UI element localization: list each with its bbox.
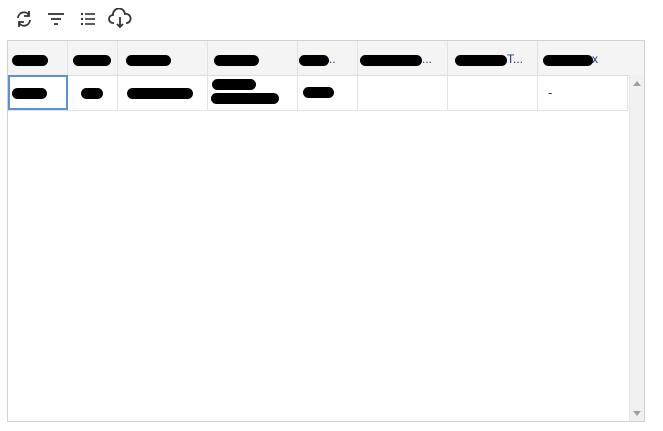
redacted-cell-value <box>81 88 103 99</box>
redacted-header-label <box>214 55 259 66</box>
refresh-icon <box>17 11 31 27</box>
column-header-4[interactable] <box>208 41 298 75</box>
download-button[interactable] <box>104 6 136 32</box>
header-ellipsis: T... <box>507 52 524 66</box>
column-header-7[interactable]: T... <box>448 41 538 75</box>
header-ellipsis: ... <box>422 52 433 66</box>
redacted-cell-value <box>303 87 334 98</box>
column-header-8[interactable]: x <box>538 41 628 75</box>
table-cell[interactable] <box>298 75 358 110</box>
table-cell[interactable] <box>8 75 68 110</box>
cell-value: - <box>548 85 553 100</box>
table-cell[interactable] <box>208 75 298 110</box>
columns-button[interactable] <box>72 6 104 32</box>
redacted-cell-value <box>212 79 256 90</box>
column-header-6[interactable]: ... <box>358 41 448 75</box>
table-cell[interactable] <box>68 75 118 110</box>
table-row[interactable]: - <box>8 75 628 111</box>
header-ellipsis: .. <box>329 52 336 66</box>
filter-button[interactable] <box>40 6 72 32</box>
cloud-download-icon <box>108 8 132 29</box>
scroll-down-arrow-icon[interactable] <box>633 411 641 416</box>
redacted-header-label <box>12 55 48 66</box>
redacted-header-label <box>455 55 507 66</box>
redacted-header-label <box>360 55 422 66</box>
table-cell[interactable] <box>358 75 448 110</box>
redacted-cell-value <box>127 88 193 99</box>
column-header-5[interactable]: .. <box>298 41 358 75</box>
redacted-header-label <box>73 55 111 66</box>
refresh-button[interactable] <box>8 6 40 32</box>
table-cell[interactable] <box>118 75 208 110</box>
columns-list-icon <box>81 13 95 25</box>
grid-header-row: .. ... T... x <box>8 41 628 76</box>
redacted-header-label <box>126 55 171 66</box>
redacted-cell-value <box>211 93 279 104</box>
redacted-header-label <box>543 55 593 66</box>
header-scroll-corner <box>626 41 644 76</box>
redacted-header-label <box>299 55 329 66</box>
vertical-scrollbar[interactable] <box>629 75 644 421</box>
table-cell[interactable] <box>448 75 538 110</box>
data-grid: .. ... T... x - <box>7 40 645 422</box>
grid-toolbar <box>8 6 136 32</box>
table-cell[interactable]: - <box>538 75 628 110</box>
redacted-cell-value <box>12 88 47 99</box>
column-header-2[interactable] <box>68 41 118 75</box>
column-header-3[interactable] <box>118 41 208 75</box>
scroll-up-arrow-icon[interactable] <box>633 81 641 86</box>
header-ellipsis: x <box>592 52 598 66</box>
column-header-1[interactable] <box>8 41 68 75</box>
filter-icon <box>48 13 64 25</box>
